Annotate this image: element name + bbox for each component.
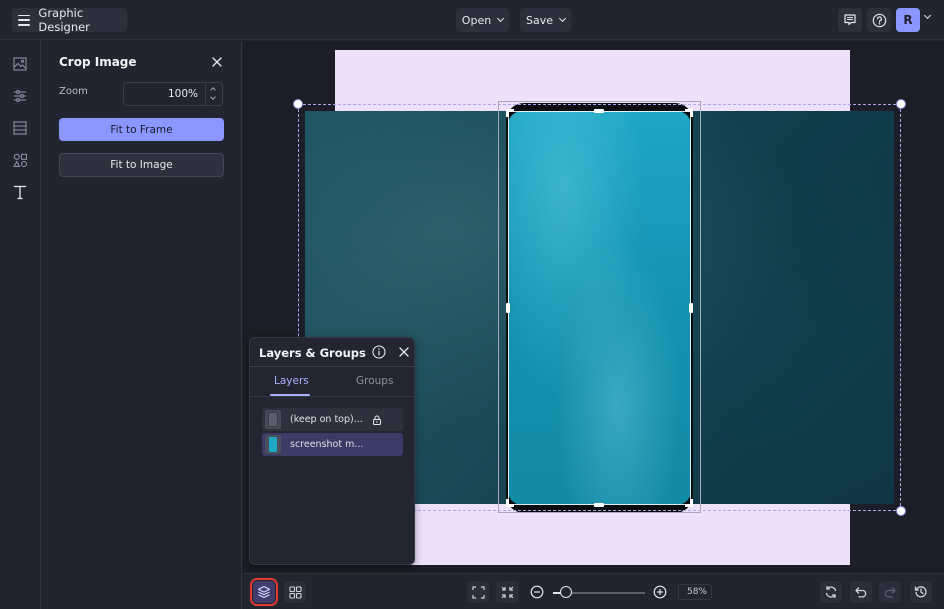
expand-icon <box>471 585 485 599</box>
resize-handle-top-right[interactable] <box>896 99 906 109</box>
fit-to-image-button[interactable]: Fit to Image <box>59 153 224 177</box>
zoom-slider[interactable] <box>553 586 645 598</box>
app-title: Graphic Designer <box>38 6 90 34</box>
increment-icon[interactable] <box>210 87 216 93</box>
bottom-toolbar: 58% <box>243 573 944 609</box>
crop-box[interactable] <box>508 111 691 505</box>
zoom-stepper[interactable] <box>205 83 222 105</box>
redo-icon <box>884 587 896 598</box>
shapes-icon <box>12 153 27 167</box>
tool-rail <box>0 41 41 609</box>
lock-icon[interactable] <box>372 415 382 425</box>
divider <box>250 366 414 367</box>
zoom-value: 100% <box>167 88 198 100</box>
layer-item-selected[interactable]: screenshot m... <box>262 433 403 456</box>
layout-icon <box>13 121 27 135</box>
decrement-icon[interactable] <box>210 94 216 100</box>
active-tab-indicator <box>270 394 310 396</box>
tab-layers[interactable]: Layers <box>274 375 309 387</box>
phone-thumbnail-icon <box>268 412 278 427</box>
feedback-button[interactable] <box>838 8 862 32</box>
account-chevron-down-icon[interactable] <box>923 11 932 20</box>
grid-view-button[interactable] <box>284 581 306 603</box>
replace-button[interactable] <box>820 581 842 603</box>
avatar-initial: R <box>903 13 913 27</box>
crop-handle-bottom[interactable] <box>594 503 604 507</box>
close-panel-button[interactable] <box>210 55 224 69</box>
open-menu-button[interactable]: Open <box>456 8 509 32</box>
crop-corner-top-right[interactable] <box>685 109 693 117</box>
rail-item-text[interactable] <box>11 183 29 201</box>
open-label: Open <box>461 13 492 27</box>
close-icon <box>399 347 409 357</box>
feedback-icon <box>844 14 856 26</box>
fit-screen-button[interactable] <box>467 581 489 603</box>
crop-handle-top[interactable] <box>594 109 604 113</box>
help-icon <box>872 13 886 27</box>
layer-name: screenshot m... <box>290 439 364 450</box>
actual-size-button[interactable] <box>496 581 518 603</box>
layer-item[interactable]: (keep on top)... <box>262 408 403 431</box>
crop-corner-top-left[interactable] <box>506 109 514 117</box>
layer-name: (keep on top)... <box>290 414 363 425</box>
grid-icon <box>288 585 302 599</box>
rail-item-elements[interactable] <box>11 151 29 169</box>
close-icon <box>212 57 222 67</box>
divider <box>250 396 414 397</box>
rail-item-layout[interactable] <box>11 119 29 137</box>
tab-groups[interactable]: Groups <box>356 375 393 387</box>
hamburger-menu-icon <box>18 14 31 26</box>
layers-panel-title: Layers & Groups <box>259 346 366 360</box>
zoom-percentage[interactable]: 58% <box>678 584 712 600</box>
chevron-down-icon <box>558 14 567 23</box>
user-avatar[interactable]: R <box>896 8 920 32</box>
layers-groups-panel: Layers & Groups Layers Groups (keep on t… <box>249 337 415 565</box>
close-layers-button[interactable] <box>398 346 410 358</box>
layer-thumbnail <box>265 435 281 454</box>
crop-image-panel: Crop Image Zoom 100% Fit to Frame Fit to… <box>42 41 242 609</box>
swap-icon <box>825 585 837 599</box>
top-bar: Graphic Designer Open Save R <box>0 0 944 40</box>
zoom-label: Zoom <box>59 86 88 97</box>
app-menu-button[interactable]: Graphic Designer <box>12 6 127 34</box>
crop-handle-right[interactable] <box>689 303 693 313</box>
save-label: Save <box>525 13 553 27</box>
crop-handle-left[interactable] <box>506 303 510 313</box>
zoom-in-icon[interactable] <box>653 585 667 599</box>
zoom-input[interactable]: 100% <box>123 82 223 106</box>
undo-icon <box>855 587 867 598</box>
zoom-out-icon[interactable] <box>530 585 544 599</box>
crop-corner-bottom-right[interactable] <box>685 499 693 507</box>
layers-toggle-button[interactable] <box>250 578 278 606</box>
sliders-icon <box>14 90 26 102</box>
redo-button[interactable] <box>879 581 901 603</box>
rail-item-image[interactable] <box>11 55 29 73</box>
panel-title: Crop Image <box>59 55 137 69</box>
layers-icon <box>257 585 271 599</box>
crop-corner-bottom-left[interactable] <box>506 499 514 507</box>
rail-item-adjustments[interactable] <box>11 87 29 105</box>
info-button[interactable] <box>372 345 386 359</box>
text-icon <box>14 185 26 200</box>
undo-button[interactable] <box>850 581 872 603</box>
chevron-down-icon <box>497 14 505 23</box>
save-menu-button[interactable]: Save <box>520 8 571 32</box>
image-icon <box>13 57 27 71</box>
shrink-icon <box>501 586 513 598</box>
history-icon <box>914 586 927 598</box>
resize-handle-bottom-right[interactable] <box>896 506 906 516</box>
screenshot-thumbnail-icon <box>269 437 277 452</box>
info-icon <box>372 345 386 359</box>
resize-handle-top-left[interactable] <box>293 99 303 109</box>
zoom-slider-thumb[interactable] <box>559 586 572 598</box>
layer-thumbnail <box>265 410 281 429</box>
fit-to-frame-button[interactable]: Fit to Frame <box>59 118 224 141</box>
history-button[interactable] <box>910 581 932 603</box>
help-button[interactable] <box>867 8 891 32</box>
